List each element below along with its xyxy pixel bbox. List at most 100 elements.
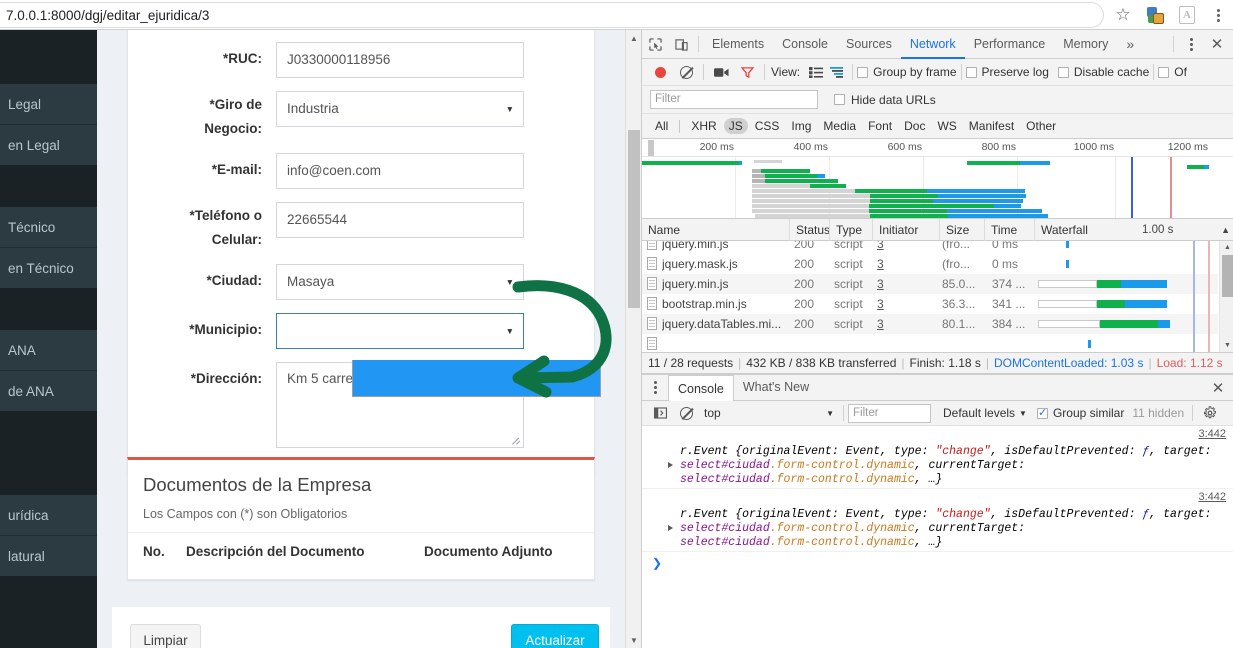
- municipio-select[interactable]: [276, 313, 524, 349]
- scroll-up-arrow-icon[interactable]: ▲: [626, 30, 641, 46]
- table-row[interactable]: jquery.dataTables.mi... 200 script 3 80.…: [642, 314, 1218, 334]
- console-source-link[interactable]: 3:442: [1198, 491, 1226, 503]
- network-list-scrollbar[interactable]: ▲ ▼: [1219, 241, 1233, 352]
- device-toolbar-icon[interactable]: [668, 30, 694, 59]
- record-icon[interactable]: [647, 58, 673, 87]
- close-icon[interactable]: ✕: [1205, 375, 1231, 400]
- table-row[interactable]: [642, 334, 1218, 352]
- tab-performance[interactable]: Performance: [965, 30, 1055, 59]
- camera-icon[interactable]: [708, 58, 734, 87]
- pdf-icon[interactable]: A: [1172, 0, 1202, 30]
- ruc-input[interactable]: J0330000118956: [276, 42, 524, 78]
- request-initiator[interactable]: 3: [877, 294, 884, 314]
- col-size[interactable]: Size: [940, 219, 985, 241]
- request-initiator[interactable]: 3: [877, 241, 884, 254]
- network-list-scroll-thumb[interactable]: [1222, 255, 1233, 297]
- clear-icon[interactable]: [673, 399, 699, 428]
- type-filter-other[interactable]: Other: [1021, 118, 1061, 134]
- three-dot-menu-icon[interactable]: [642, 375, 668, 400]
- console-source-link[interactable]: 3:442: [1198, 428, 1226, 440]
- request-initiator[interactable]: 3: [877, 314, 884, 334]
- group-similar-checkbox[interactable]: [1036, 406, 1048, 419]
- type-filter-js[interactable]: JS: [723, 118, 748, 134]
- expand-triangle-icon[interactable]: [668, 462, 673, 468]
- tab-memory[interactable]: Memory: [1054, 30, 1117, 59]
- tab-console[interactable]: Console: [773, 30, 837, 59]
- console-input-prompt[interactable]: ❯: [642, 552, 1233, 574]
- type-filter-css[interactable]: CSS: [750, 118, 785, 134]
- municipio-dropdown-list[interactable]: [352, 360, 601, 397]
- col-status[interactable]: Status: [790, 219, 830, 241]
- sidebar-item-en-legal[interactable]: en Legal: [0, 125, 97, 165]
- offline-checkbox[interactable]: [1158, 66, 1170, 78]
- waterfall-view-icon[interactable]: [826, 58, 848, 87]
- type-filter-manifest[interactable]: Manifest: [964, 118, 1019, 134]
- tab-network[interactable]: Network: [900, 30, 965, 59]
- group-by-frame-checkbox[interactable]: [857, 66, 869, 78]
- request-initiator[interactable]: 3: [877, 254, 884, 274]
- extension-icon[interactable]: [1140, 0, 1170, 30]
- request-initiator[interactable]: 3: [877, 274, 884, 294]
- col-initiator[interactable]: Initiator: [873, 219, 940, 241]
- sidebar-item-legal[interactable]: Legal: [0, 84, 97, 124]
- drawer-tab-whats-new[interactable]: What's New: [734, 375, 818, 400]
- type-filter-ws[interactable]: WS: [932, 118, 961, 134]
- list-view-icon[interactable]: [806, 58, 826, 87]
- type-filter-img[interactable]: Img: [786, 118, 816, 134]
- tab-sources[interactable]: Sources: [837, 30, 901, 59]
- table-row[interactable]: jquery.min.js 200 script 3 85.0... 374 .…: [642, 274, 1218, 294]
- table-row[interactable]: jquery.mask.js 200 script 3 (fro... 0 ms: [642, 254, 1218, 274]
- scroll-up-arrow-icon[interactable]: ▲: [1220, 241, 1233, 254]
- network-filter-input[interactable]: Filter: [650, 90, 818, 109]
- giro-de-negocio-select[interactable]: Industria: [276, 91, 524, 127]
- drawer-tab-console[interactable]: Console: [668, 374, 734, 401]
- municipio-option-empty[interactable]: [353, 360, 600, 396]
- funnel-icon[interactable]: [734, 58, 760, 87]
- col-name[interactable]: Name: [642, 219, 790, 241]
- col-type[interactable]: Type: [830, 219, 873, 241]
- clear-icon[interactable]: [673, 58, 699, 87]
- console-message[interactable]: 3:442 r.Event {originalEvent: Event, typ…: [642, 489, 1233, 552]
- limpiar-button[interactable]: Limpiar: [130, 624, 201, 648]
- disable-cache-checkbox[interactable]: [1057, 66, 1069, 78]
- console-levels-label[interactable]: Default levels: [943, 406, 1015, 420]
- console-context-select[interactable]: top ▼: [699, 404, 839, 423]
- email-input[interactable]: info@coen.com: [276, 153, 524, 189]
- type-filter-doc[interactable]: Doc: [899, 118, 930, 134]
- preserve-log-checkbox[interactable]: [965, 66, 977, 78]
- sidebar-item-juridica[interactable]: urídica: [0, 495, 97, 535]
- inspect-element-icon[interactable]: [642, 30, 668, 59]
- table-row[interactable]: bootstrap.min.js 200 script 3 36.3... 34…: [642, 294, 1218, 314]
- scroll-down-arrow-icon[interactable]: ▼: [626, 632, 641, 648]
- actualizar-button[interactable]: Actualizar: [511, 624, 599, 648]
- type-filter-all[interactable]: All: [650, 118, 673, 134]
- col-waterfall[interactable]: Waterfall: [1035, 219, 1218, 241]
- address-bar[interactable]: 7.0.0.1:8000/dgj/editar_ejuridica/3: [0, 2, 1104, 28]
- sidebar-item-natural[interactable]: latural: [0, 536, 97, 576]
- sidebar-item-ana[interactable]: ANA: [0, 330, 97, 370]
- console-message[interactable]: 3:442 r.Event {originalEvent: Event, typ…: [642, 426, 1233, 489]
- chevron-double-right-icon[interactable]: »: [1117, 30, 1143, 59]
- type-filter-font[interactable]: Font: [863, 118, 897, 134]
- star-icon[interactable]: ☆: [1108, 0, 1138, 30]
- table-row[interactable]: jquery.min.js 200 script 3 (fro... 0 ms: [642, 241, 1218, 254]
- sidebar-item-tecnico[interactable]: Técnico: [0, 207, 97, 247]
- type-filter-xhr[interactable]: XHR: [686, 118, 721, 134]
- expand-triangle-icon[interactable]: [668, 525, 673, 531]
- type-filter-media[interactable]: Media: [818, 118, 861, 134]
- hide-data-urls-checkbox[interactable]: [834, 94, 845, 105]
- gear-icon[interactable]: [1197, 399, 1223, 428]
- resize-grip-icon[interactable]: [510, 434, 522, 446]
- network-overview-timeline[interactable]: 200 ms 400 ms 600 ms 800 ms 1000 ms 1200…: [642, 139, 1233, 219]
- sort-ascending-icon[interactable]: ▲: [1221, 219, 1230, 241]
- sidebar-item-en-tecnico[interactable]: en Técnico: [0, 248, 97, 288]
- tab-elements[interactable]: Elements: [703, 30, 773, 59]
- sidebar-item-de-ana[interactable]: de ANA: [0, 371, 97, 411]
- console-filter-input[interactable]: Filter: [848, 403, 931, 423]
- page-scrollbar[interactable]: ▲ ▼: [625, 30, 641, 648]
- three-dot-menu-icon[interactable]: [1203, 0, 1233, 30]
- close-icon[interactable]: ✕: [1204, 30, 1230, 59]
- scroll-down-arrow-icon[interactable]: ▼: [1220, 339, 1233, 352]
- page-scrollbar-thumb[interactable]: [628, 130, 640, 308]
- ciudad-select[interactable]: Masaya: [276, 264, 524, 300]
